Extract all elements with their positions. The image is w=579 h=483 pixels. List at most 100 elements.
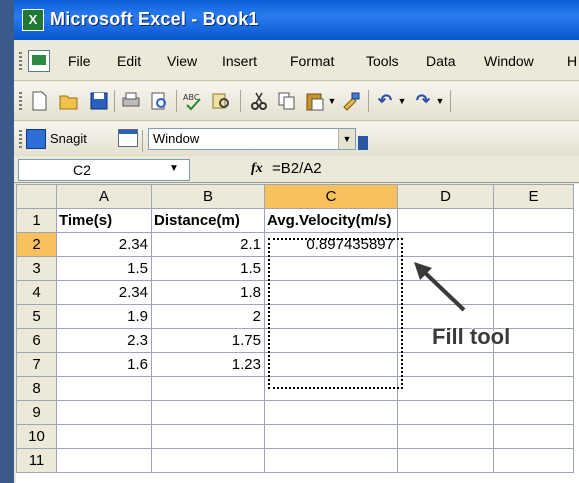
chevron-down-icon[interactable]: ▼ bbox=[338, 129, 355, 149]
menu-view[interactable]: View bbox=[167, 53, 197, 69]
chevron-down-icon[interactable]: ▼ bbox=[169, 163, 179, 174]
redo-icon[interactable]: ↷ bbox=[412, 90, 434, 112]
row-header[interactable]: 3 bbox=[16, 256, 57, 281]
cell-b9[interactable] bbox=[151, 400, 265, 425]
cell-c6[interactable] bbox=[264, 328, 398, 353]
cell-b11[interactable] bbox=[151, 448, 265, 473]
column-header[interactable]: C bbox=[264, 184, 398, 209]
open-icon[interactable] bbox=[58, 90, 80, 112]
menu-file[interactable]: File bbox=[68, 53, 91, 69]
save-icon[interactable] bbox=[88, 90, 110, 112]
cell-c5[interactable] bbox=[264, 304, 398, 329]
name-box[interactable]: C2 ▼ bbox=[18, 159, 190, 181]
capture-mode-select[interactable]: Window ▼ bbox=[148, 128, 356, 150]
spelling-icon[interactable]: ABC bbox=[182, 90, 204, 112]
snagit-grip[interactable] bbox=[19, 130, 22, 148]
format-painter-icon[interactable] bbox=[340, 90, 362, 112]
cell-d2[interactable] bbox=[397, 232, 494, 257]
cell-d8[interactable] bbox=[397, 376, 494, 401]
cell-e4[interactable] bbox=[493, 280, 574, 305]
cell-e1[interactable] bbox=[493, 208, 574, 233]
menu-edit[interactable]: Edit bbox=[117, 53, 141, 69]
row-header[interactable]: 11 bbox=[16, 448, 57, 473]
insert-function-icon[interactable]: fx bbox=[251, 161, 263, 177]
row-header[interactable]: 8 bbox=[16, 376, 57, 401]
cell-b7[interactable]: 1.23 bbox=[151, 352, 265, 377]
print-icon[interactable] bbox=[120, 90, 142, 112]
cell-b1[interactable]: Distance(m) bbox=[151, 208, 265, 233]
cell-e9[interactable] bbox=[493, 400, 574, 425]
cell-c10[interactable] bbox=[264, 424, 398, 449]
row-header[interactable]: 2 bbox=[16, 232, 57, 257]
cell-a2[interactable]: 2.34 bbox=[56, 232, 152, 257]
cell-c3[interactable] bbox=[264, 256, 398, 281]
row-header[interactable]: 10 bbox=[16, 424, 57, 449]
column-header[interactable]: D bbox=[397, 184, 494, 209]
cell-a3[interactable]: 1.5 bbox=[56, 256, 152, 281]
snagit-button-label[interactable]: Snagit bbox=[50, 131, 87, 146]
cell-e3[interactable] bbox=[493, 256, 574, 281]
row-header[interactable]: 5 bbox=[16, 304, 57, 329]
column-header[interactable]: E bbox=[493, 184, 574, 209]
cell-d11[interactable] bbox=[397, 448, 494, 473]
menu-grip[interactable] bbox=[19, 52, 22, 70]
cell-d9[interactable] bbox=[397, 400, 494, 425]
cell-c8[interactable] bbox=[264, 376, 398, 401]
cell-a10[interactable] bbox=[56, 424, 152, 449]
cell-b3[interactable]: 1.5 bbox=[151, 256, 265, 281]
cell-e10[interactable] bbox=[493, 424, 574, 449]
toolbar-grip[interactable] bbox=[19, 92, 22, 110]
row-header[interactable]: 7 bbox=[16, 352, 57, 377]
cell-c11[interactable] bbox=[264, 448, 398, 473]
row-header[interactable]: 1 bbox=[16, 208, 57, 233]
menu-data[interactable]: Data bbox=[426, 53, 456, 69]
cell-b8[interactable] bbox=[151, 376, 265, 401]
copy-icon[interactable] bbox=[276, 90, 298, 112]
toolbar-options-icon[interactable] bbox=[358, 136, 368, 150]
new-icon[interactable] bbox=[28, 90, 50, 112]
cell-a11[interactable] bbox=[56, 448, 152, 473]
paste-icon[interactable] bbox=[304, 90, 326, 112]
cell-a8[interactable] bbox=[56, 376, 152, 401]
cut-icon[interactable] bbox=[248, 90, 270, 112]
title-bar[interactable]: X Microsoft Excel - Book1 bbox=[14, 0, 579, 40]
cell-e11[interactable] bbox=[493, 448, 574, 473]
cell-a9[interactable] bbox=[56, 400, 152, 425]
select-all-corner[interactable] bbox=[16, 184, 57, 209]
column-header[interactable]: A bbox=[56, 184, 152, 209]
cell-c1[interactable]: Avg.Velocity(m/s) bbox=[264, 208, 398, 233]
workbook-menu-icon[interactable] bbox=[28, 50, 50, 72]
cell-b6[interactable]: 1.75 bbox=[151, 328, 265, 353]
cell-a5[interactable]: 1.9 bbox=[56, 304, 152, 329]
menu-window[interactable]: Window bbox=[484, 53, 534, 69]
cell-b5[interactable]: 2 bbox=[151, 304, 265, 329]
cell-b4[interactable]: 1.8 bbox=[151, 280, 265, 305]
cell-d10[interactable] bbox=[397, 424, 494, 449]
menu-format[interactable]: Format bbox=[290, 53, 334, 69]
cell-e7[interactable] bbox=[493, 352, 574, 377]
print-preview-icon[interactable] bbox=[148, 90, 170, 112]
cell-d7[interactable] bbox=[397, 352, 494, 377]
excel-icon[interactable]: X bbox=[22, 9, 44, 31]
cell-a1[interactable]: Time(s) bbox=[56, 208, 152, 233]
column-header[interactable]: B bbox=[151, 184, 265, 209]
undo-chevron-icon[interactable]: ▼ bbox=[396, 90, 408, 112]
menu-help[interactable]: H bbox=[567, 53, 577, 69]
snagit-icon[interactable] bbox=[26, 129, 46, 149]
row-header[interactable]: 6 bbox=[16, 328, 57, 353]
cell-b2[interactable]: 2.1 bbox=[151, 232, 265, 257]
research-icon[interactable] bbox=[210, 90, 232, 112]
cell-c2-active[interactable]: 0.897435897 bbox=[264, 232, 398, 257]
undo-icon[interactable]: ↶ bbox=[374, 90, 396, 112]
cell-e2[interactable] bbox=[493, 232, 574, 257]
row-header[interactable]: 4 bbox=[16, 280, 57, 305]
menu-insert[interactable]: Insert bbox=[222, 53, 257, 69]
cell-a4[interactable]: 2.34 bbox=[56, 280, 152, 305]
cell-e8[interactable] bbox=[493, 376, 574, 401]
cell-a7[interactable]: 1.6 bbox=[56, 352, 152, 377]
cell-a6[interactable]: 2.3 bbox=[56, 328, 152, 353]
row-header[interactable]: 9 bbox=[16, 400, 57, 425]
redo-chevron-icon[interactable]: ▼ bbox=[434, 90, 446, 112]
paste-options-chevron-icon[interactable]: ▼ bbox=[326, 90, 338, 112]
cell-b10[interactable] bbox=[151, 424, 265, 449]
